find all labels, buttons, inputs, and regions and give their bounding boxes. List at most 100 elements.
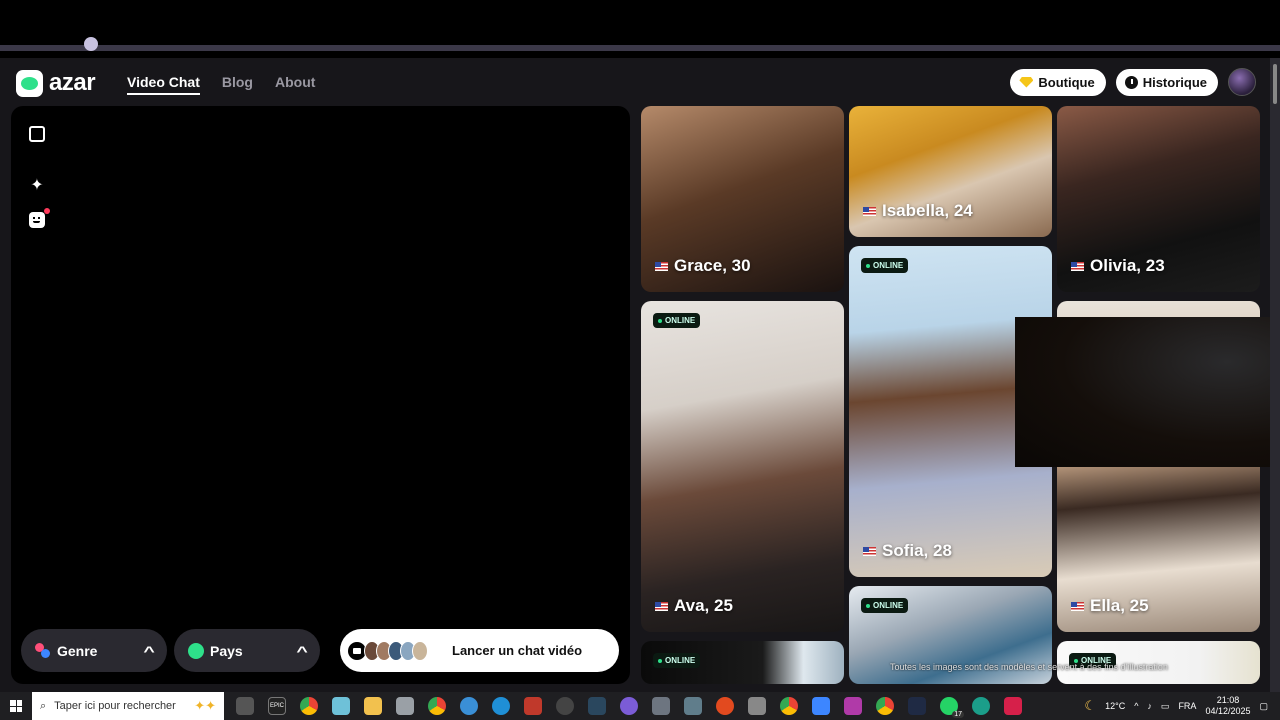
- app-icon[interactable]: [716, 697, 734, 715]
- launch-video-chat-button[interactable]: Lancer un chat vidéo: [340, 629, 619, 672]
- browser-profile-dot[interactable]: [84, 37, 98, 51]
- header-actions: Boutique Historique: [1010, 68, 1256, 96]
- app-icon[interactable]: [332, 697, 350, 715]
- online-badge: ONLINE: [861, 258, 909, 273]
- network-icon[interactable]: ▭: [1161, 701, 1170, 712]
- page-scrollbar[interactable]: [1270, 58, 1280, 692]
- expand-icon[interactable]: [29, 126, 45, 142]
- chrome-icon[interactable]: [300, 697, 318, 715]
- app-icon[interactable]: [844, 697, 862, 715]
- genre-label: Genre: [57, 642, 98, 659]
- volume-icon[interactable]: ♪: [1147, 701, 1152, 711]
- online-badge: ONLINE: [653, 653, 701, 668]
- windows-taskbar: ⌕ Taper ici pour rechercher ✦✦ EPIC 17 ☾…: [0, 692, 1280, 720]
- language-indicator[interactable]: FRA: [1178, 701, 1196, 711]
- profile-name: Isabella, 24: [863, 201, 973, 221]
- whatsapp-icon[interactable]: 17: [940, 697, 964, 718]
- chevron-up-icon[interactable]: ^: [1134, 701, 1138, 711]
- us-flag-icon: [1071, 601, 1084, 611]
- profile-name: Sofia, 28: [863, 541, 952, 561]
- pays-selector[interactable]: Pays ^: [174, 629, 320, 672]
- online-badge: ONLINE: [653, 313, 701, 328]
- nav-video-chat[interactable]: Video Chat: [127, 74, 200, 95]
- taskbar-clock[interactable]: 21:08 04/12/2025: [1205, 695, 1250, 717]
- azar-logo-icon: [16, 69, 43, 97]
- app-icon[interactable]: [620, 697, 638, 715]
- app-icon[interactable]: [748, 697, 766, 715]
- profile-card-partial[interactable]: ONLINE: [641, 641, 844, 684]
- chrome-icon[interactable]: [428, 697, 446, 715]
- clock-icon: [1124, 75, 1138, 89]
- logo-text: azar: [49, 69, 96, 96]
- us-flag-icon: [655, 261, 668, 271]
- gender-icon: [35, 642, 51, 659]
- profile-name: Grace, 30: [655, 256, 751, 276]
- us-flag-icon: [1071, 261, 1084, 271]
- historique-label: Historique: [1142, 74, 1207, 90]
- windows-logo-icon: [10, 700, 22, 712]
- sparkle-icon: ✦✦: [194, 698, 216, 713]
- time: 21:08: [1216, 695, 1240, 705]
- whatsapp-badge: 17: [952, 711, 964, 718]
- app-icon[interactable]: [524, 697, 542, 715]
- app-icon[interactable]: [1004, 697, 1022, 715]
- taskbar-search-placeholder: Taper ici pour rechercher: [54, 700, 176, 712]
- profile-card-ava[interactable]: ONLINE Ava, 25: [641, 301, 844, 632]
- profile-card-grace[interactable]: Grace, 30: [641, 106, 844, 292]
- notification-icon[interactable]: ▢: [1259, 701, 1268, 712]
- start-button[interactable]: [0, 692, 32, 720]
- shield-icon[interactable]: [396, 697, 414, 715]
- steam-icon[interactable]: [588, 697, 606, 715]
- user-avatar[interactable]: [1228, 68, 1256, 96]
- video-panel: ✦ Genre ^ Pays ^ Lancer un chat vidéo: [11, 106, 630, 684]
- app-icon[interactable]: [812, 697, 830, 715]
- main-nav: Video Chat Blog About: [127, 74, 315, 95]
- app-icon[interactable]: [972, 697, 990, 715]
- launch-label: Lancer un chat vidéo: [452, 643, 583, 658]
- chrome-icon[interactable]: [780, 697, 798, 715]
- boutique-button[interactable]: Boutique: [1010, 68, 1106, 96]
- genre-selector[interactable]: Genre ^: [21, 629, 167, 672]
- profile-name: Ella, 25: [1071, 596, 1149, 616]
- profile-card-isabella[interactable]: Isabella, 24: [849, 106, 1052, 237]
- profile-name: Ava, 25: [655, 596, 733, 616]
- mini-avatar: [412, 640, 428, 661]
- azar-logo[interactable]: azar: [16, 69, 96, 97]
- local-webcam-preview: [1015, 317, 1280, 467]
- nav-blog[interactable]: Blog: [222, 74, 253, 95]
- edge-icon[interactable]: [492, 697, 510, 715]
- task-view-icon[interactable]: [236, 697, 254, 715]
- chrome-icon[interactable]: [876, 697, 894, 715]
- app-icon[interactable]: [556, 697, 574, 715]
- profile-card-olivia[interactable]: Olivia, 23: [1057, 106, 1260, 292]
- notification-dot: [44, 208, 50, 214]
- disclaimer-text: Toutes les images sont des modèles et se…: [890, 662, 1168, 672]
- diamond-icon: [1019, 76, 1034, 88]
- browser-icon[interactable]: [460, 697, 478, 715]
- weather-temp[interactable]: 12°C: [1105, 701, 1125, 711]
- epic-games-icon[interactable]: EPIC: [268, 697, 286, 715]
- historique-button[interactable]: Historique: [1115, 68, 1218, 96]
- date: 04/12/2025: [1205, 706, 1251, 716]
- app-header: azar Video Chat Blog About Boutique Hist…: [0, 58, 1270, 106]
- taskbar-search[interactable]: ⌕ Taper ici pour rechercher ✦✦: [32, 692, 224, 720]
- scrollbar-thumb[interactable]: [1273, 64, 1277, 104]
- browser-top-bar: [0, 0, 1280, 58]
- app-icon[interactable]: [652, 697, 670, 715]
- us-flag-icon: [863, 206, 876, 216]
- weather-moon-icon[interactable]: ☾: [1084, 698, 1096, 714]
- search-icon: ⌕: [40, 699, 47, 712]
- online-badge: ONLINE: [861, 598, 909, 613]
- file-explorer-icon[interactable]: [364, 697, 382, 715]
- us-flag-icon: [655, 601, 668, 611]
- face-icon[interactable]: [29, 212, 45, 228]
- nav-about[interactable]: About: [275, 74, 315, 95]
- app-icon[interactable]: [908, 697, 926, 715]
- chevron-up-icon: ^: [296, 642, 308, 659]
- sparkle-icon[interactable]: ✦: [29, 178, 45, 194]
- chevron-up-icon: ^: [143, 642, 155, 659]
- system-tray: ☾ 12°C ^ ♪ ▭ FRA 21:08 04/12/2025 ▢: [1084, 692, 1280, 720]
- browser-tab-line: [0, 45, 1280, 51]
- globe-icon: [188, 642, 204, 659]
- calculator-icon[interactable]: [684, 697, 702, 715]
